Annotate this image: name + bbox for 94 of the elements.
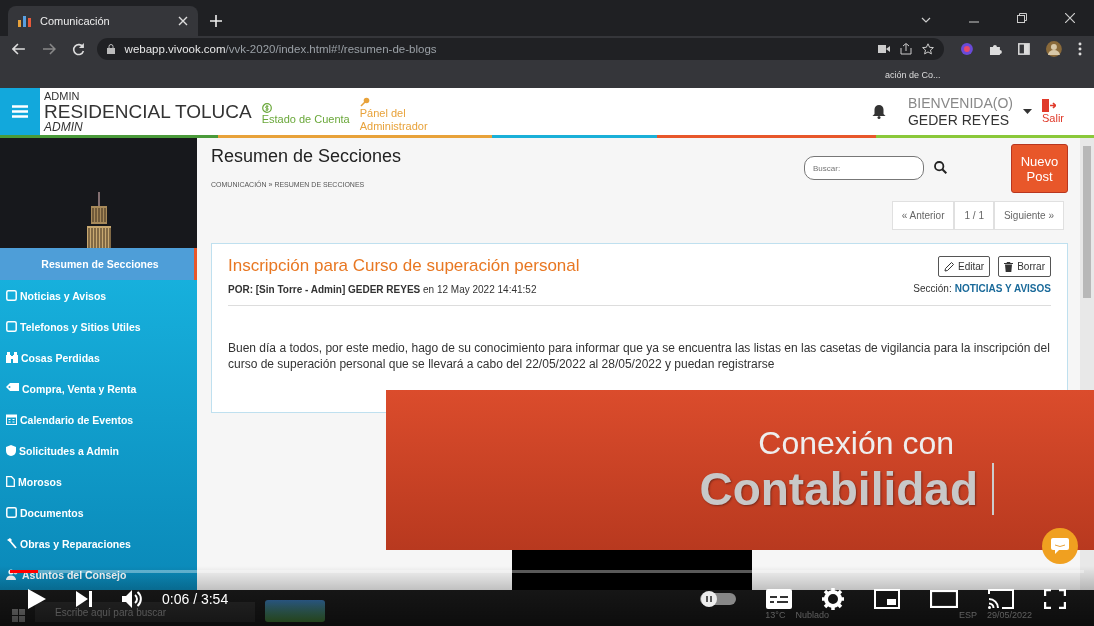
windows-logo-icon[interactable] bbox=[12, 609, 25, 622]
bookmark-link[interactable]: ación de Co... bbox=[885, 70, 941, 80]
pagination-button[interactable]: Siguiente » bbox=[993, 201, 1064, 230]
menu-icon bbox=[12, 105, 28, 118]
bell-icon[interactable] bbox=[871, 104, 886, 119]
progress-track[interactable] bbox=[10, 570, 1084, 573]
square-icon bbox=[6, 290, 17, 301]
chevron-down-icon[interactable] bbox=[921, 17, 931, 23]
post-byline: POR: [Sin Torre - Admin] GEDER REYES en 12 May 2022 14:41:52 bbox=[228, 284, 538, 295]
settings-icon[interactable] bbox=[822, 588, 844, 610]
text-cursor bbox=[992, 462, 994, 515]
logout-link[interactable]: Salir bbox=[1042, 99, 1064, 124]
banner-subtitle: Conexión con bbox=[758, 424, 954, 462]
star-icon[interactable] bbox=[921, 43, 934, 55]
share-icon[interactable] bbox=[899, 43, 912, 55]
square-icon bbox=[6, 321, 17, 332]
sidebar-item[interactable]: Telefonos y Sitios Utiles bbox=[0, 311, 197, 342]
lock-icon bbox=[106, 44, 115, 54]
dollar-icon bbox=[261, 103, 272, 114]
role-label: ADMIN bbox=[44, 90, 81, 102]
autoplay-toggle[interactable] bbox=[700, 591, 736, 607]
browser-tab[interactable]: Comunicación bbox=[8, 6, 198, 36]
avatar-icon[interactable] bbox=[1046, 41, 1063, 57]
sidebar-item[interactable]: Morosos bbox=[0, 466, 197, 497]
page-title: Resumen de Secciones bbox=[211, 146, 402, 167]
post-body: Buen día a todos, por este medio, hago de su conocimiento para informar que ya se encuentra las listas en las casetas de vigilancia para la inscripción del curso de superación personal que se llevará a cabo del 22/05/2022 al 28/05/2022 y puedan registrarse bbox=[228, 340, 1051, 373]
close-icon[interactable] bbox=[1065, 13, 1075, 23]
chat-bubble-icon bbox=[1051, 538, 1069, 554]
sidebar-item[interactable]: Cosas Perdidas bbox=[0, 342, 197, 373]
calendar-icon bbox=[6, 414, 17, 425]
square-icon bbox=[6, 507, 17, 518]
menu-button[interactable] bbox=[0, 88, 40, 135]
back-arrow-icon[interactable] bbox=[12, 43, 26, 55]
language-text: ESP bbox=[958, 610, 977, 620]
pagination-button[interactable]: « Anterior bbox=[891, 201, 955, 230]
exit-icon bbox=[1042, 99, 1056, 112]
chat-button[interactable] bbox=[1042, 528, 1078, 564]
section-link[interactable]: NOTICIAS Y AVISOS bbox=[954, 283, 1051, 294]
delete-button[interactable]: Borrar bbox=[998, 256, 1051, 277]
key-icon bbox=[359, 97, 370, 108]
sidebar-item[interactable]: Obras y Reparaciones bbox=[0, 528, 197, 559]
restore-icon[interactable] bbox=[1017, 13, 1027, 23]
volume-icon[interactable] bbox=[122, 590, 142, 608]
header-link[interactable]: Pánel del Administrador bbox=[359, 97, 440, 132]
forward-arrow-icon[interactable] bbox=[41, 43, 56, 55]
sidebar-item[interactable]: Documentos bbox=[0, 497, 197, 528]
section-label: Sección: bbox=[913, 283, 952, 294]
fullscreen-icon[interactable] bbox=[1044, 589, 1066, 609]
temperature-text: 13°C bbox=[765, 610, 786, 620]
weather-text: Nublado bbox=[795, 610, 829, 620]
date-text: 29/05/2022 bbox=[986, 610, 1032, 620]
banner-title: Contabilidad bbox=[699, 461, 978, 516]
sidebar-item[interactable]: Calendario de Eventos bbox=[0, 404, 197, 435]
play-icon[interactable] bbox=[28, 589, 46, 609]
pagination-button[interactable]: 1 / 1 bbox=[954, 201, 994, 230]
close-icon[interactable] bbox=[178, 16, 188, 26]
address-field[interactable]: webapp.vivook.com/vvk-2020/index.html#!/resumen-de-blogs bbox=[96, 38, 944, 60]
post-title[interactable]: Inscripción para Curso de superación personal bbox=[228, 256, 914, 276]
shield-icon bbox=[6, 445, 16, 456]
caret-icon[interactable] bbox=[1023, 109, 1032, 114]
hammer-icon bbox=[6, 538, 17, 549]
binoculars-icon bbox=[6, 352, 18, 363]
trash-icon bbox=[1004, 261, 1014, 272]
bar-chart-icon bbox=[18, 15, 32, 27]
extension-badge-icon[interactable] bbox=[959, 42, 974, 56]
theater-mode-icon[interactable] bbox=[930, 590, 958, 608]
side-panel-icon[interactable] bbox=[1018, 43, 1031, 55]
role-label: ADMIN bbox=[44, 120, 84, 133]
search-icon[interactable] bbox=[934, 161, 947, 174]
sidebar-item[interactable]: Resumen de Secciones bbox=[0, 248, 197, 280]
tab-title: Comunicación bbox=[40, 15, 111, 27]
user-name[interactable]: GEDER REYES bbox=[907, 111, 1013, 128]
camera-icon[interactable] bbox=[877, 45, 890, 53]
cast-icon[interactable] bbox=[988, 589, 1014, 609]
puzzle-icon[interactable] bbox=[989, 42, 1003, 56]
sidebar-item[interactable]: Solicitudes a Admin bbox=[0, 435, 197, 466]
edit-button[interactable]: Editar bbox=[938, 256, 991, 277]
search-field[interactable]: Buscar: bbox=[804, 156, 924, 180]
more-vertical-icon[interactable] bbox=[1078, 42, 1082, 56]
header-link[interactable]: Estado de Cuenta bbox=[261, 103, 350, 126]
file-icon bbox=[6, 476, 15, 487]
sidebar-item[interactable]: Noticias y Avisos bbox=[0, 280, 197, 311]
pencil-icon bbox=[944, 261, 955, 272]
new-post-button[interactable]: Nuevo Post bbox=[1011, 144, 1068, 193]
new-tab-icon[interactable] bbox=[210, 15, 222, 27]
scrollbar-thumb[interactable] bbox=[1083, 146, 1091, 298]
greeting-text: BIENVENIDA(O) bbox=[907, 95, 1013, 112]
tag-icon bbox=[6, 383, 19, 394]
reload-icon[interactable] bbox=[71, 42, 85, 56]
next-icon[interactable] bbox=[76, 591, 92, 607]
subtitles-icon[interactable] bbox=[766, 589, 792, 609]
sidebar-item[interactable]: Compra, Venta y Renta bbox=[0, 373, 197, 404]
miniplayer-icon[interactable] bbox=[874, 589, 900, 609]
site-title: RESIDENCIAL TOLUCA bbox=[44, 101, 252, 121]
